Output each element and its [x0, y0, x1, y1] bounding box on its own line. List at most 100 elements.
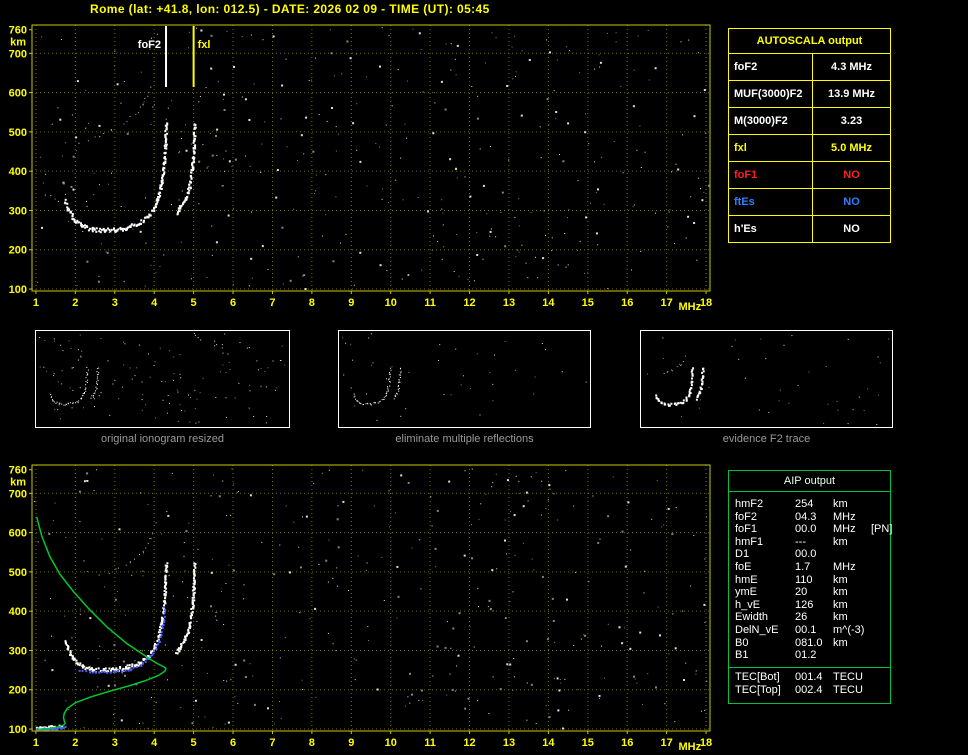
- x-tick-label: 15: [582, 737, 594, 749]
- page-title: Rome (lat: +41.8, lon: 012.5) - DATE: 20…: [90, 2, 490, 16]
- aip-row-extra: [871, 498, 890, 511]
- x-tick-label: 11: [424, 297, 436, 309]
- aip-row-value: 110: [795, 574, 833, 587]
- x-tick-label: 5: [191, 297, 197, 309]
- autoscala-row-value: 13.9 MHz: [813, 81, 890, 107]
- autoscala-row: h'EsNO: [729, 216, 890, 242]
- aip-row-label: hmF2: [735, 498, 795, 511]
- aip-row-label: B1: [735, 649, 795, 662]
- aip-row-value: 126: [795, 599, 833, 612]
- aip-row-value: 00.1: [795, 624, 833, 637]
- thumbnail-canvas: [339, 331, 590, 427]
- aip-row-extra: [871, 671, 890, 684]
- aip-row-extra: [871, 624, 890, 637]
- y-tick-label: 700: [9, 488, 27, 500]
- x-tick-label: 8: [309, 297, 315, 309]
- autoscala-row: M(3000)F23.23: [729, 108, 890, 135]
- x-tick-label: 10: [385, 737, 397, 749]
- y-tick-label: 400: [9, 606, 27, 618]
- x-tick-label: 6: [230, 737, 236, 749]
- trace-layer: [64, 92, 197, 233]
- aip-row-extra: [871, 511, 890, 524]
- y-tick-label: 300: [9, 645, 27, 657]
- x-tick-label: 1: [33, 297, 39, 309]
- autoscala-row-label: foF2: [729, 54, 813, 80]
- autoscala-row-label: M(3000)F2: [729, 108, 813, 134]
- x-tick-label: 15: [582, 297, 594, 309]
- autoscala-row: fxl5.0 MHz: [729, 135, 890, 162]
- thumbnail-caption: original ionogram resized: [35, 433, 290, 445]
- y-tick-label: 100: [9, 284, 27, 296]
- aip-row: D100.0: [729, 548, 890, 561]
- aip-row-value: 00.0: [795, 548, 833, 561]
- y-tick-label: 600: [9, 528, 27, 540]
- autoscala-rows: foF24.3 MHzMUF(3000)F213.9 MHzM(3000)F23…: [729, 54, 890, 242]
- thumb-trace-layer: [647, 335, 889, 425]
- x-tick-label: 12: [463, 737, 475, 749]
- aip-row-value: 04.3: [795, 511, 833, 524]
- y-tick-label: 200: [9, 685, 27, 697]
- aip-row-label: TEC[Top]: [735, 684, 795, 697]
- x-tick-label: 6: [230, 297, 236, 309]
- grid-layer: [32, 25, 710, 291]
- thumb-trace-layer: [39, 333, 285, 424]
- aip-row-extra: [871, 574, 890, 587]
- aip-row-value: 01.2: [795, 649, 833, 662]
- aip-row-value: 20: [795, 586, 833, 599]
- thumbnail-canvas: [36, 331, 289, 427]
- aip-row: B0081.0km: [729, 637, 890, 650]
- thumbnail-original-ionogram: [35, 330, 290, 428]
- thumbnail-caption: eliminate multiple reflections: [338, 433, 591, 445]
- grid-layer: [32, 465, 710, 731]
- y-tick-label: 600: [9, 88, 27, 100]
- annotation-layer: foF2fxl: [138, 26, 211, 87]
- aip-row: ymE20km: [729, 586, 890, 599]
- x-tick-label: 9: [348, 297, 354, 309]
- aip-row-value: 001.4: [795, 671, 833, 684]
- aip-row-extra: [871, 684, 890, 697]
- noise-layer: [37, 27, 710, 290]
- autoscala-panel-title: AUTOSCALA output: [729, 29, 890, 54]
- aip-row-unit: km: [833, 637, 871, 650]
- fxl-marker-label: fxl: [198, 39, 211, 51]
- aip-rows: hmF2254kmfoF204.3MHzfoF100.0MHz[PN]hmF1-…: [729, 492, 890, 662]
- y-tick-label: 100: [9, 724, 27, 736]
- x-tick-label: 10: [385, 297, 397, 309]
- aip-row-label: Ewidth: [735, 611, 795, 624]
- x-tick-label: 16: [621, 297, 633, 309]
- aip-row-extra: [871, 561, 890, 574]
- aip-row-label: hmF1: [735, 536, 795, 549]
- aip-row-unit: MHz: [833, 561, 871, 574]
- plot-frame: [32, 465, 710, 731]
- aip-row-value: 1.7: [795, 561, 833, 574]
- x-tick-label: 2: [72, 737, 78, 749]
- y-tick-label: 200: [9, 245, 27, 257]
- aip-row-unit: km: [833, 536, 871, 549]
- electron-density-profile: [37, 517, 166, 730]
- trace-layer: [36, 517, 197, 732]
- x-tick-label: 18: [700, 297, 712, 309]
- aip-row-label: D1: [735, 548, 795, 561]
- thumbnail-caption: evidence F2 trace: [640, 433, 893, 445]
- aip-panel-title: AIP output: [729, 471, 890, 492]
- autoscala-row: foF1NO: [729, 162, 890, 189]
- aip-row-unit: km: [833, 574, 871, 587]
- aip-row-unit: MHz: [833, 523, 871, 536]
- aip-row: h_vE126km: [729, 599, 890, 612]
- axis-labels: 1234567891011121314151617187607006005004…: [9, 465, 713, 753]
- autoscala-row-value: NO: [813, 162, 890, 188]
- aip-row-unit: [833, 548, 871, 561]
- aip-row-label: DelN_vE: [735, 624, 795, 637]
- aip-row-unit: MHz: [833, 511, 871, 524]
- y-axis-unit-label: km: [10, 477, 26, 489]
- x-tick-label: 9: [348, 737, 354, 749]
- thumbnail-evidence-f2-trace: [640, 330, 893, 428]
- thumbnail-canvas: [641, 331, 892, 427]
- autoscala-row-label: ftEs: [729, 189, 813, 215]
- x-tick-label: 14: [542, 737, 555, 749]
- autoscala-row: foF24.3 MHz: [729, 54, 890, 81]
- x-tick-label: 7: [269, 737, 275, 749]
- y-tick-label: 760: [9, 25, 27, 37]
- autoscala-row-label: fxl: [729, 135, 813, 161]
- autoscala-row: ftEsNO: [729, 189, 890, 216]
